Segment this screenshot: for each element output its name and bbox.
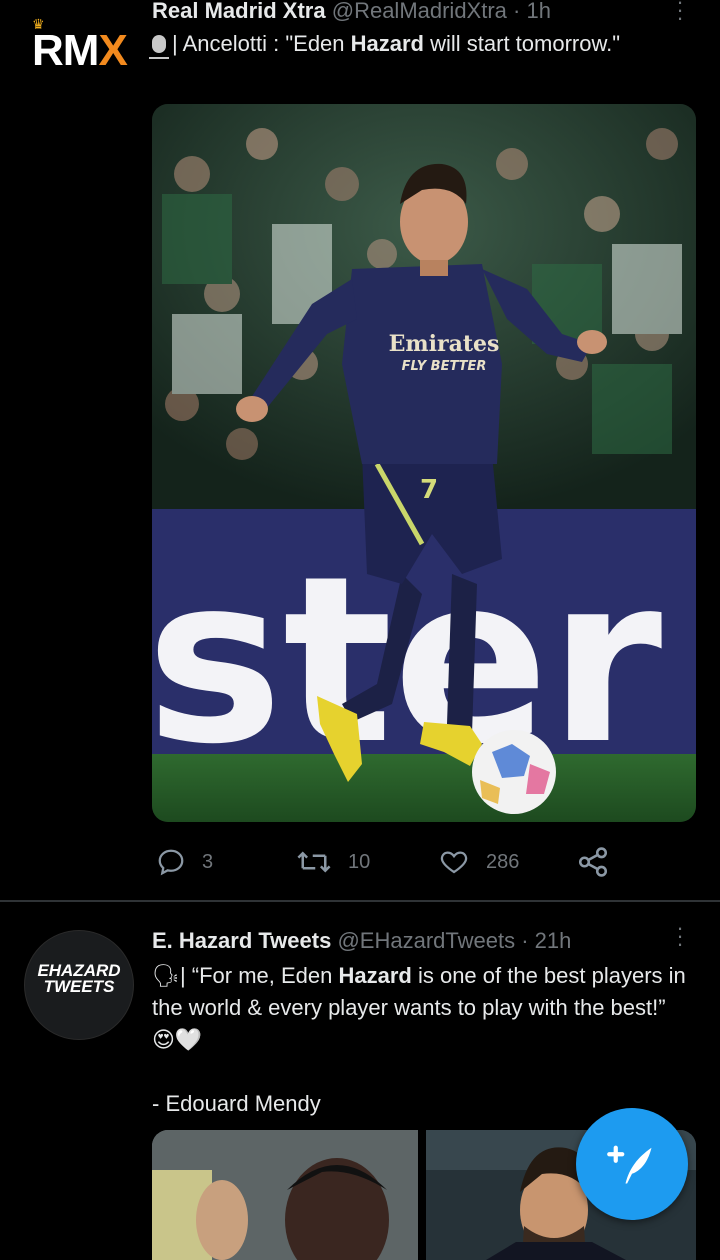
tweet-header: E. Hazard Tweets @EHazardTweets · 21h [152,928,571,954]
tweet-actions: 3 10 286 [152,842,622,882]
tweet-photo[interactable] [152,1130,418,1260]
mendy-photo [152,1130,418,1260]
rmx-logo: RMX [32,26,128,75]
reply-count: 3 [202,850,214,873]
speaking-head-icon: 🗣 [152,963,180,988]
emoji: 😍🤍 [152,1027,203,1052]
ehazard-logo: EHAZARD TWEETS [37,961,121,996]
compose-tweet-button[interactable] [576,1108,688,1220]
tweet[interactable]: ♛ RMX Real Madrid Xtra @RealMadridXtra ·… [0,0,720,900]
tweet-header: Real Madrid Xtra @RealMadridXtra · 1h [152,0,551,24]
tweet-text: 🗣| “For me, Eden Hazard is one of the be… [152,960,692,1120]
share-button[interactable] [576,842,626,882]
microphone-icon [149,35,169,59]
avatar[interactable]: ♛ RMX [22,0,132,106]
author-name[interactable]: Real Madrid Xtra [152,0,326,23]
retweet-icon [297,851,331,873]
reply-icon [158,849,184,876]
like-count: 286 [486,850,520,873]
author-name[interactable]: E. Hazard Tweets [152,928,331,953]
more-options-icon[interactable]: · · · [672,0,688,29]
retweet-count: 10 [348,850,371,873]
author-handle[interactable]: @RealMadridXtra [332,0,507,23]
more-options-icon[interactable]: · · · [672,917,688,955]
compose-feather-icon [607,1145,652,1184]
tweet-photo[interactable]: ster Emirates FLY BETTER 7 [152,104,696,822]
dot-separator: · [521,928,529,953]
svg-text:7: 7 [420,475,438,505]
timestamp[interactable]: 21h [535,928,572,953]
dot-separator: · [513,0,521,23]
share-icon [578,847,608,877]
svg-text:FLY BETTER: FLY BETTER [402,359,487,374]
player-photo: ster Emirates FLY BETTER 7 [152,104,696,822]
heart-icon [440,851,468,874]
avatar[interactable]: EHAZARD TWEETS [24,930,134,1040]
reply-button[interactable]: 3 [156,842,213,882]
author-handle[interactable]: @EHazardTweets [337,928,515,953]
timestamp[interactable]: 1h [527,0,551,23]
svg-text:Emirates: Emirates [389,331,500,357]
retweet-button[interactable]: 10 [296,842,370,882]
like-button[interactable]: 286 [438,842,519,882]
tweet-text: | Ancelotti : "Eden Hazard will start to… [149,28,672,60]
